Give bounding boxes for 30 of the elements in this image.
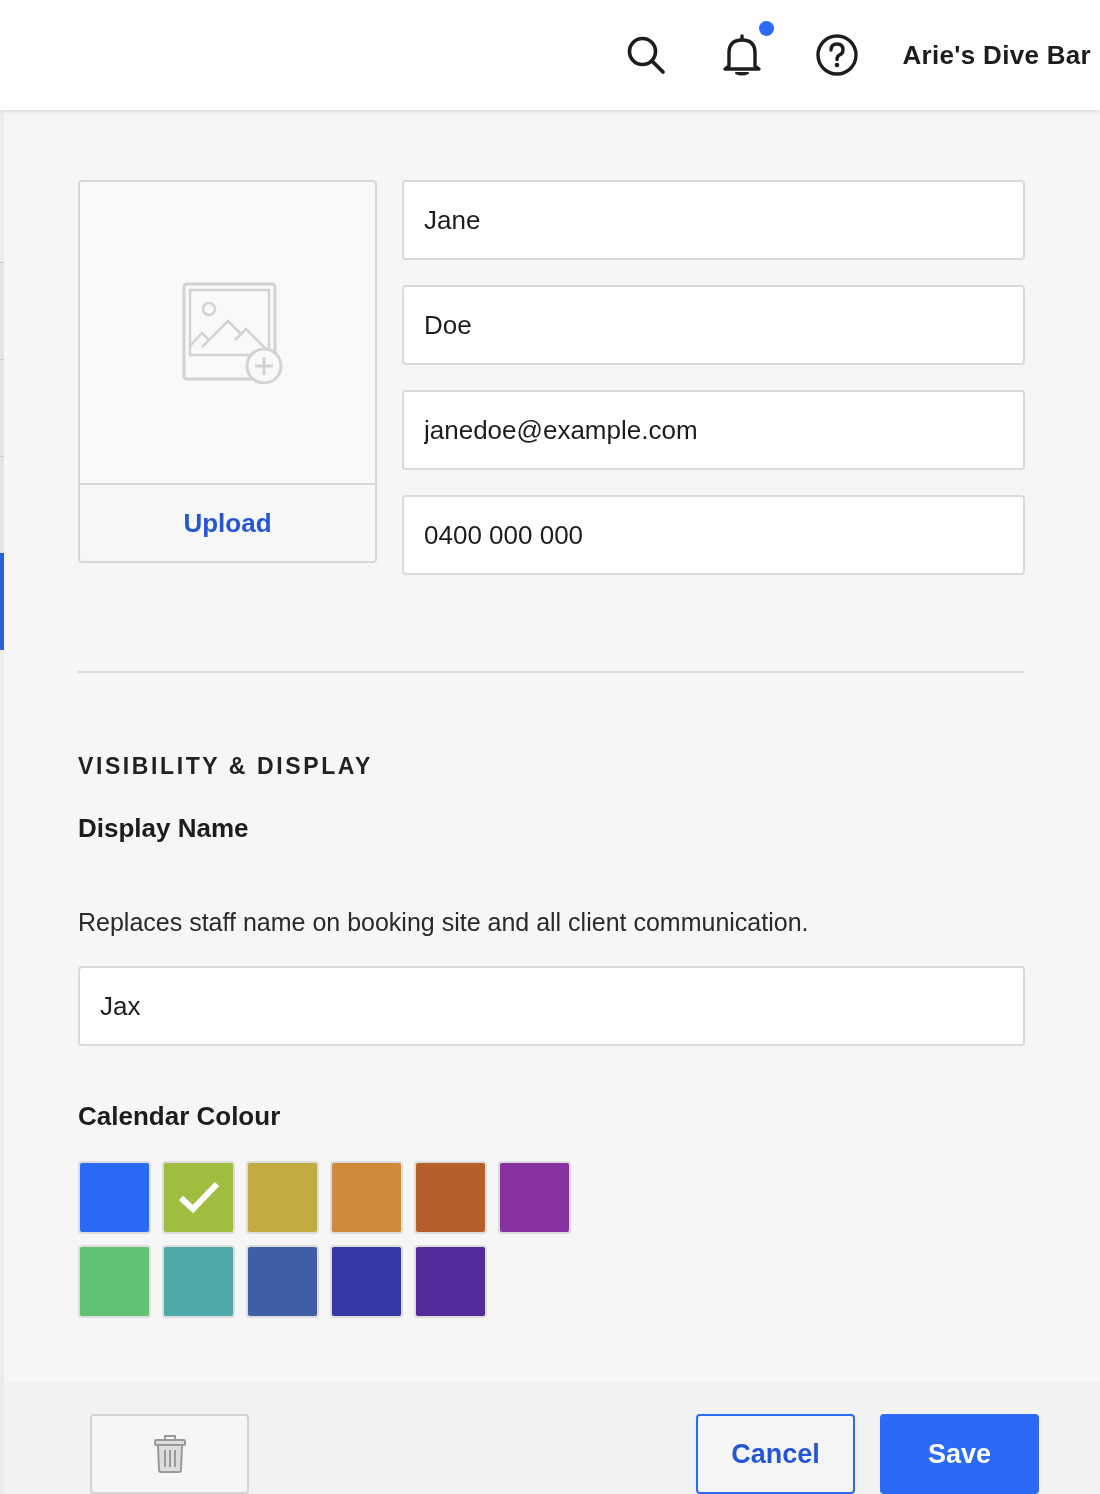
- colour-swatch[interactable]: [78, 1161, 151, 1234]
- colour-swatch[interactable]: [78, 1245, 151, 1318]
- colour-swatch[interactable]: [162, 1161, 235, 1234]
- help-icon[interactable]: [815, 34, 858, 76]
- colour-swatch[interactable]: [414, 1161, 487, 1234]
- check-icon: [177, 1180, 220, 1215]
- delete-button[interactable]: [90, 1414, 249, 1494]
- bell-icon[interactable]: [721, 33, 762, 77]
- add-image-icon[interactable]: [181, 281, 284, 384]
- colour-swatch[interactable]: [414, 1245, 487, 1318]
- field-description: Replaces staff name on booking site and all client communication.: [78, 907, 810, 938]
- colour-swatch[interactable]: [246, 1245, 319, 1318]
- field-label: Display Name: [78, 812, 250, 844]
- input-field[interactable]: Jane: [402, 180, 1025, 260]
- save-button[interactable]: Save: [880, 1414, 1039, 1494]
- colour-swatch[interactable]: [330, 1245, 403, 1318]
- account-name[interactable]: Arie's Dive Bar: [902, 39, 1091, 71]
- input-field[interactable]: 0400 000 000: [402, 495, 1025, 575]
- search-icon[interactable]: [625, 35, 666, 75]
- colour-swatch[interactable]: [162, 1245, 235, 1318]
- colour-swatch[interactable]: [246, 1161, 319, 1234]
- input-field[interactable]: Jax: [78, 966, 1025, 1046]
- cancel-button[interactable]: Cancel: [696, 1414, 855, 1494]
- trash-icon: [153, 1435, 186, 1473]
- input-field[interactable]: janedoe@example.com: [402, 390, 1025, 470]
- colour-swatch[interactable]: [498, 1161, 571, 1234]
- input-field[interactable]: Doe: [402, 285, 1025, 365]
- field-label: Calendar Colour: [78, 1100, 282, 1132]
- colour-swatch[interactable]: [330, 1161, 403, 1234]
- section-heading: VISIBILITY & DISPLAY: [78, 752, 374, 780]
